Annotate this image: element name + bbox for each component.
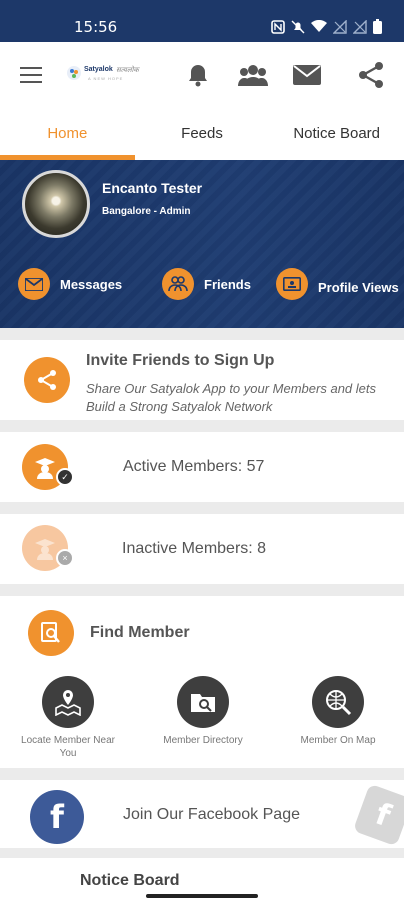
signal-icon [332,18,347,39]
active-members-label: Active Members: 57 [123,458,265,475]
facebook-watermark-icon: f [352,783,404,847]
find-member-title: Find Member [90,624,190,641]
check-icon: ✓ [56,468,74,486]
home-indicator[interactable] [146,894,258,898]
inactive-members-card[interactable]: × Inactive Members: 8 [0,514,404,584]
wifi-icon [311,19,327,38]
tab-home[interactable]: Home [0,108,135,160]
member-directory-label: Member Directory [163,735,243,746]
share-icon [24,357,70,403]
member-directory-button[interactable]: Member Directory [148,676,258,747]
status-icons [271,18,382,39]
facebook-card[interactable]: f Join Our Facebook Page f [0,780,404,848]
signal-2-icon [352,18,367,39]
messages-button[interactable]: Messages [18,268,122,300]
locate-member-button[interactable]: Locate Member Near You [13,676,123,760]
status-bar: 15:56 [0,0,404,42]
status-time: 15:56 [74,18,118,36]
battery-icon [373,19,382,39]
app-bar: Satyalok सत्यलोक A NEW HOPE [0,42,404,108]
notice-board-title: Notice Board [80,872,180,889]
invite-title: Invite Friends to Sign Up [86,352,275,369]
invite-card[interactable]: Invite Friends to Sign Up Share Our Saty… [0,340,404,420]
mute-icon [291,20,305,39]
facebook-icon: f [30,790,84,844]
notification-bell-icon[interactable] [181,58,215,92]
tab-feeds[interactable]: Feeds [135,108,270,160]
facebook-label: Join Our Facebook Page [123,806,300,823]
envelope-icon [18,268,50,300]
globe-search-icon [312,676,364,728]
avatar[interactable] [22,170,90,238]
close-badge-icon: × [56,549,74,567]
friends-button[interactable]: Friends [162,268,251,300]
find-member-card: Find Member Locate Member Near You Membe… [0,596,404,768]
locate-member-label: Locate Member Near You [21,735,115,759]
member-on-map-label: Member On Map [300,735,376,746]
profile-views-button[interactable]: Profile Views [276,268,399,300]
nfc-icon [271,19,285,39]
active-members-card[interactable]: ✓ Active Members: 57 [0,432,404,502]
app-logo: Satyalok सत्यलोक A NEW HOPE [66,65,144,87]
friends-label: Friends [204,276,251,292]
mail-icon[interactable] [290,58,324,92]
id-card-icon [276,268,308,300]
share-icon[interactable] [354,58,388,92]
directory-icon [177,676,229,728]
map-pin-icon [42,676,94,728]
friends-icon [162,268,194,300]
group-icon[interactable] [236,58,270,92]
member-on-map-button[interactable]: Member On Map [283,676,393,747]
messages-label: Messages [60,276,123,292]
menu-icon[interactable] [20,67,42,83]
profile-banner: Encanto Tester Bangalore - Admin Message… [0,160,404,328]
profile-role: Bangalore - Admin [102,206,191,217]
profile-views-label: Profile Views [318,279,399,295]
profile-name: Encanto Tester [102,180,203,196]
main-tabs: Home Feeds Notice Board [0,108,404,160]
search-document-icon [28,610,74,656]
inactive-members-label: Inactive Members: 8 [122,540,267,557]
tab-notice-board[interactable]: Notice Board [269,108,404,160]
invite-subtitle: Share Our Satyalok App to your Members a… [86,381,376,414]
